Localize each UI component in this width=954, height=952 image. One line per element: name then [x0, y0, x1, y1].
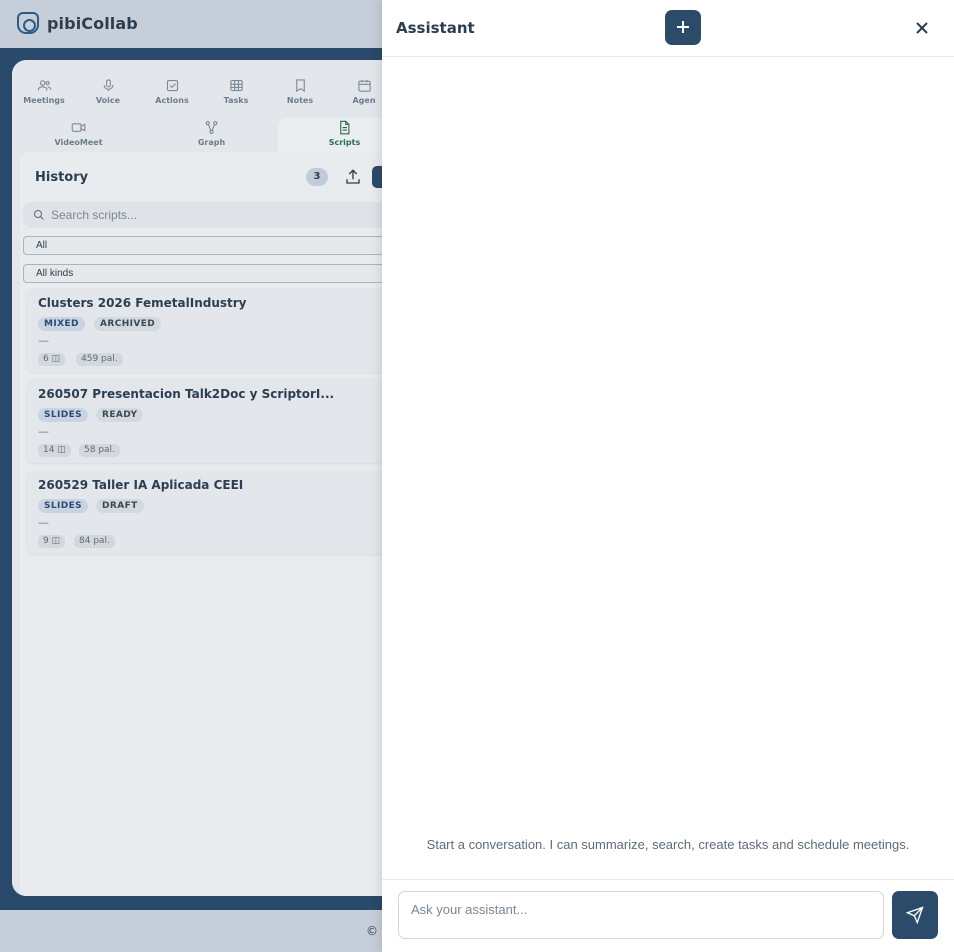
tab-graph[interactable]: Graph [145, 118, 278, 154]
video-camera-icon [71, 123, 86, 132]
close-drawer-button[interactable] [912, 18, 932, 38]
word-count: 84 pal. [74, 535, 115, 548]
tab-label: Scripts [328, 138, 361, 147]
logo-icon [17, 12, 39, 34]
tab-label: Agen [352, 96, 376, 105]
tab-voice[interactable]: Voice [76, 78, 140, 105]
tab-notes[interactable]: Notes [268, 78, 332, 105]
tab-actions[interactable]: Actions [140, 78, 204, 105]
tab-label: Graph [197, 138, 226, 147]
assistant-input[interactable] [398, 891, 884, 939]
history-title: History [35, 170, 89, 185]
drawer-title: Assistant [396, 19, 475, 37]
microphone-icon [103, 79, 113, 92]
kind-badge: SLIDES [38, 499, 89, 513]
calendar-icon [357, 79, 371, 92]
tab-meetings[interactable]: Meetings [12, 78, 76, 105]
table-icon [229, 79, 243, 92]
history-panel: History 3 All All kinds Clusters 2026 Fe… [20, 152, 432, 896]
search-input[interactable] [51, 205, 411, 225]
checkbox-icon [166, 79, 178, 92]
plus-icon [677, 21, 689, 33]
status-badge: DRAFT [96, 499, 144, 513]
history-count-badge: 3 [306, 168, 328, 186]
script-item[interactable]: 260507 Presentacion Talk2Doc y ScriptorI… [26, 379, 426, 463]
app-logo[interactable]: pibiCollab [17, 12, 138, 34]
close-icon [916, 22, 928, 34]
script-description: — [38, 425, 49, 438]
script-description: — [38, 334, 49, 347]
script-item[interactable]: 260529 Taller IA Aplicada CEEI SLIDES DR… [26, 470, 426, 554]
bookmark-icon [295, 79, 305, 93]
tab-label: Voice [95, 96, 121, 105]
upload-button[interactable] [344, 168, 362, 186]
send-button[interactable] [892, 891, 938, 939]
search-icon [34, 210, 44, 220]
document-icon [340, 120, 350, 135]
script-item[interactable]: Clusters 2026 FemetalIndustry MIXED ARCH… [26, 288, 426, 372]
tab-label: Notes [286, 96, 314, 105]
script-title: 260529 Taller IA Aplicada CEEI [38, 478, 244, 492]
scripts-card: Meetings Voice Actions Tasks Notes Agen … [12, 60, 432, 896]
word-count: 459 pal. [76, 353, 123, 366]
empty-state-message: Start a conversation. I can summarize, s… [426, 837, 910, 852]
kind-filter-select[interactable]: All kinds [23, 264, 423, 283]
tab-label: Tasks [223, 96, 249, 105]
kind-badge: MIXED [38, 317, 85, 331]
send-icon [906, 906, 924, 924]
graph-icon [205, 121, 218, 134]
drawer-header: Assistant [382, 0, 954, 57]
footer-copyright: © [366, 924, 378, 938]
tab-videomeet[interactable]: VideoMeet [12, 118, 145, 154]
kind-badge: SLIDES [38, 408, 89, 422]
app-name: pibiCollab [47, 13, 138, 33]
tab-label: VideoMeet [54, 138, 103, 147]
word-count: 58 pal. [79, 444, 120, 457]
status-badge: ARCHIVED [94, 317, 162, 331]
assistant-drawer: Assistant Start a conversation. I can su… [382, 0, 954, 952]
nav-tabs-secondary: VideoMeet Graph Scripts [12, 118, 432, 154]
tab-tasks[interactable]: Tasks [204, 78, 268, 105]
slide-count: 9 ◫ [38, 535, 66, 548]
nav-tabs-primary: Meetings Voice Actions Tasks Notes Agen [12, 78, 432, 105]
search-bar [23, 202, 423, 228]
slide-count: 14 ◫ [38, 444, 71, 457]
new-conversation-button[interactable] [665, 10, 701, 45]
tab-label: Actions [155, 96, 189, 105]
script-description: — [38, 516, 49, 529]
message-composer [382, 879, 954, 952]
users-icon [37, 80, 51, 91]
status-badge: READY [96, 408, 144, 422]
status-filter-select[interactable]: All [23, 236, 423, 255]
upload-icon [346, 169, 360, 184]
script-title: Clusters 2026 FemetalIndustry [38, 296, 247, 310]
slide-count: 6 ◫ [38, 353, 66, 366]
tab-label: Meetings [23, 96, 65, 105]
script-title: 260507 Presentacion Talk2Doc y ScriptorI… [38, 387, 335, 401]
